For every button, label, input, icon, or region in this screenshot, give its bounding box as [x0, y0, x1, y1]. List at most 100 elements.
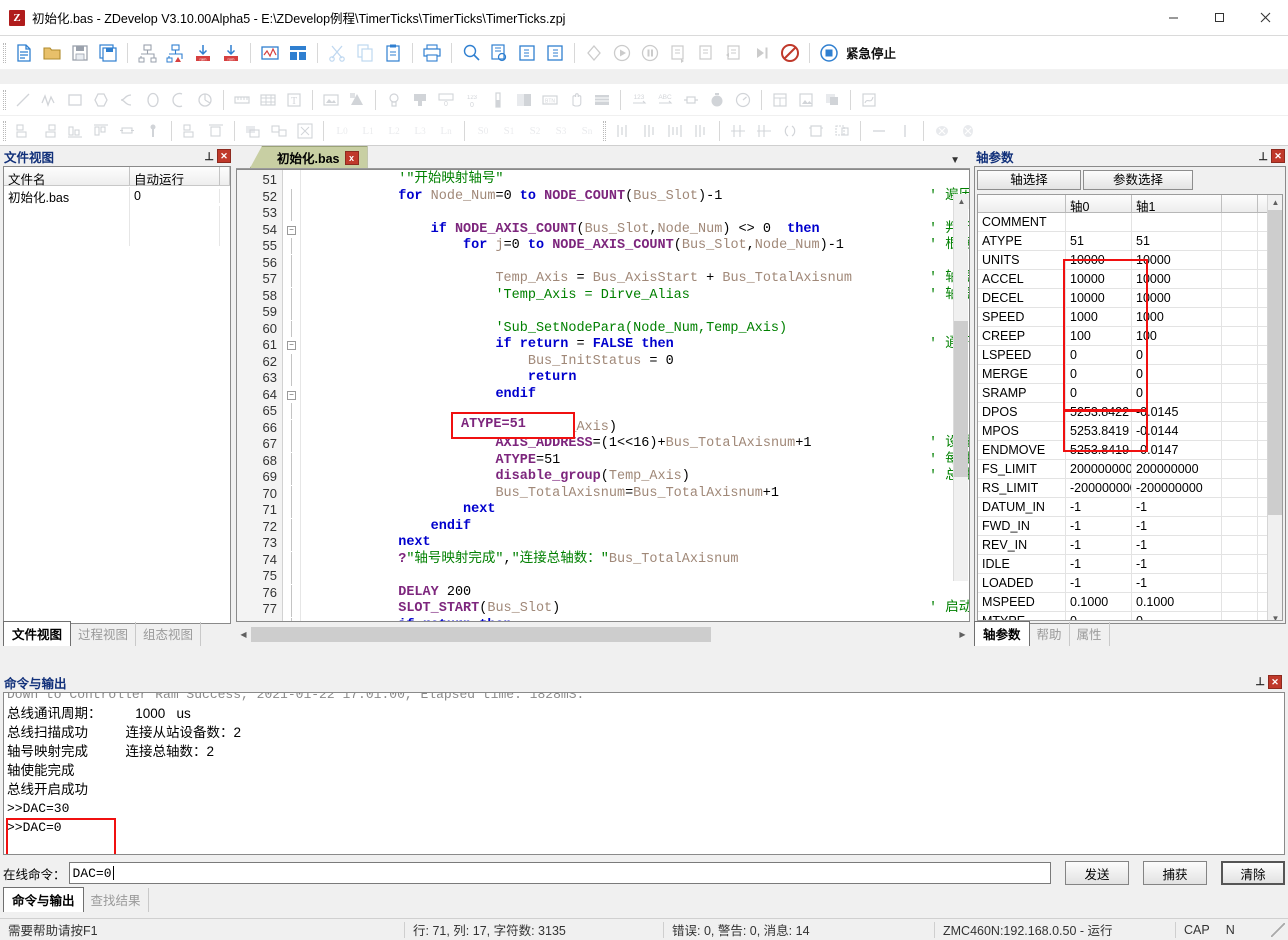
axis1-value-cell[interactable]: -1	[1132, 536, 1222, 555]
axis0-value-cell[interactable]: 5253.8422	[1066, 403, 1132, 422]
text-tool-icon[interactable]: T	[281, 88, 307, 112]
step-into-icon[interactable]	[664, 39, 692, 67]
axis0-value-cell[interactable]: 10000	[1066, 270, 1132, 289]
pin-icon[interactable]: ⊥	[1255, 675, 1265, 689]
download-rom-icon[interactable]: rom	[217, 39, 245, 67]
table-row[interactable]: LSPEED00	[978, 346, 1282, 365]
layer-3-icon[interactable]: L3	[407, 119, 433, 143]
cut-icon[interactable]	[323, 39, 351, 67]
table-row[interactable]: CREEP100100	[978, 327, 1282, 346]
axis0-value-cell[interactable]: -1	[1066, 536, 1132, 555]
table-row[interactable]: DPOS5253.8422-0.0145	[978, 403, 1282, 422]
axis0-value-cell[interactable]: 0	[1066, 365, 1132, 384]
timer-widget-icon[interactable]	[704, 88, 730, 112]
table-row[interactable]: SRAMP00	[978, 384, 1282, 403]
run-icon[interactable]	[608, 39, 636, 67]
output-log[interactable]: Down to Controller Ram Success, 2021-01-…	[3, 692, 1285, 855]
column-header-autorun[interactable]: 自动运行	[130, 167, 220, 185]
table-row[interactable]: ATYPE5151	[978, 232, 1282, 251]
gauge-widget-icon[interactable]	[730, 88, 756, 112]
save-all-icon[interactable]	[94, 39, 122, 67]
close-button[interactable]	[1242, 0, 1288, 36]
axis1-value-cell[interactable]: -200000000	[1132, 479, 1222, 498]
group-widget-icon[interactable]	[819, 88, 845, 112]
axis0-value-cell[interactable]	[1066, 213, 1132, 232]
minus-icon[interactable]	[866, 119, 892, 143]
open-folder-icon[interactable]	[38, 39, 66, 67]
align-right-icon[interactable]	[36, 119, 62, 143]
column-header-filename[interactable]: 文件名	[4, 167, 130, 185]
axis0-value-cell[interactable]: 100	[1066, 327, 1132, 346]
column-header-axis1[interactable]: 轴1	[1132, 195, 1222, 212]
download-ram-icon[interactable]: ram	[189, 39, 217, 67]
pin-icon[interactable]: ⊥	[204, 150, 214, 163]
close-icon[interactable]: ✕	[217, 149, 231, 163]
table-row[interactable]: DATUM_IN-1-1	[978, 498, 1282, 517]
file-list-row[interactable]: 初始化.bas 0	[4, 186, 230, 206]
layer-2-icon[interactable]: L2	[381, 119, 407, 143]
column-header-param[interactable]	[978, 195, 1066, 212]
align-center-v-icon[interactable]	[140, 119, 166, 143]
axis1-value-cell[interactable]: -1	[1132, 517, 1222, 536]
oscilloscope-icon[interactable]	[256, 39, 284, 67]
table-widget-icon[interactable]	[767, 88, 793, 112]
axis0-value-cell[interactable]: 0	[1066, 346, 1132, 365]
space-h-icon[interactable]	[662, 119, 688, 143]
same-width-icon[interactable]	[177, 119, 203, 143]
scroll-thumb[interactable]	[251, 627, 711, 642]
close-tab-icon[interactable]: x	[345, 151, 359, 165]
state-n-icon[interactable]: Sn	[574, 119, 600, 143]
axis0-value-cell[interactable]: 10000	[1066, 251, 1132, 270]
image-tool-icon[interactable]	[318, 88, 344, 112]
axis-parameter-table[interactable]: 轴0 轴1 COMMENTATYPE5151UNITS1000010000ACC…	[977, 194, 1283, 621]
space-v-icon[interactable]	[688, 119, 714, 143]
stop-debug-icon[interactable]	[776, 39, 804, 67]
align-top-icon[interactable]	[88, 119, 114, 143]
maximize-button[interactable]	[1196, 0, 1242, 36]
pin-icon[interactable]: ⊥	[1258, 150, 1268, 163]
table-row[interactable]: COMMENT	[978, 213, 1282, 232]
axis1-value-cell[interactable]: 0	[1132, 365, 1222, 384]
minimize-button[interactable]	[1150, 0, 1196, 36]
copy-icon[interactable]	[351, 39, 379, 67]
table-row[interactable]: LOADED-1-1	[978, 574, 1282, 593]
axis1-value-cell[interactable]: 0.1000	[1132, 593, 1222, 612]
editor-vertical-scrollbar[interactable]: ▲	[953, 194, 968, 581]
column-header-axis0[interactable]: 轴0	[1066, 195, 1132, 212]
close-icon[interactable]: ✕	[1271, 149, 1285, 163]
axis0-value-cell[interactable]: 0	[1066, 384, 1132, 403]
scroll-thumb[interactable]	[1268, 210, 1282, 515]
layer-0-icon[interactable]: L0	[329, 119, 355, 143]
table-row[interactable]: ENDMOVE5253.8419-0.0147	[978, 441, 1282, 460]
axis1-value-cell[interactable]: -0.0144	[1132, 422, 1222, 441]
file-view-list[interactable]: 文件名 自动运行 初始化.bas 0	[3, 166, 231, 624]
axis1-value-cell[interactable]: 0	[1132, 384, 1222, 403]
axis-table-scrollbar[interactable]: ▲ ▼	[1267, 195, 1282, 620]
grid-tool-icon[interactable]	[255, 88, 281, 112]
step-out-icon[interactable]	[720, 39, 748, 67]
same-height-icon[interactable]	[203, 119, 229, 143]
numeric-input-icon[interactable]: 123	[626, 88, 652, 112]
table-row[interactable]: ACCEL1000010000	[978, 270, 1282, 289]
duplicate-icon[interactable]	[829, 119, 855, 143]
center-v-icon[interactable]	[751, 119, 777, 143]
table-row[interactable]: MPOS5253.8419-0.0144	[978, 422, 1282, 441]
unlock-object-icon[interactable]	[955, 119, 981, 143]
lock-object-icon[interactable]	[929, 119, 955, 143]
axis0-value-cell[interactable]: 200000000	[1066, 460, 1132, 479]
tab-axis-params[interactable]: 轴参数	[974, 621, 1030, 646]
layer-1-icon[interactable]: L1	[355, 119, 381, 143]
axis0-value-cell[interactable]: -1	[1066, 498, 1132, 517]
code-text[interactable]: '"开始映射轴号" for Node_Num=0 to NODE_COUNT(B…	[301, 170, 969, 621]
editor-tab-init-bas[interactable]: 初始化.bas x	[250, 146, 368, 168]
axis-select-button[interactable]: 轴选择	[977, 170, 1081, 190]
axis1-value-cell[interactable]: 0	[1132, 612, 1222, 622]
group-objects-icon[interactable]	[240, 119, 266, 143]
online-command-input[interactable]: DAC=0	[69, 862, 1051, 884]
send-button[interactable]: 发送	[1065, 861, 1129, 885]
scroll-up-icon[interactable]: ▲	[954, 194, 969, 209]
fold-toggle-icon[interactable]: −	[283, 387, 300, 404]
axis1-value-cell[interactable]: -1	[1132, 498, 1222, 517]
progress-widget-icon[interactable]	[485, 88, 511, 112]
axis0-value-cell[interactable]: 0.1000	[1066, 593, 1132, 612]
